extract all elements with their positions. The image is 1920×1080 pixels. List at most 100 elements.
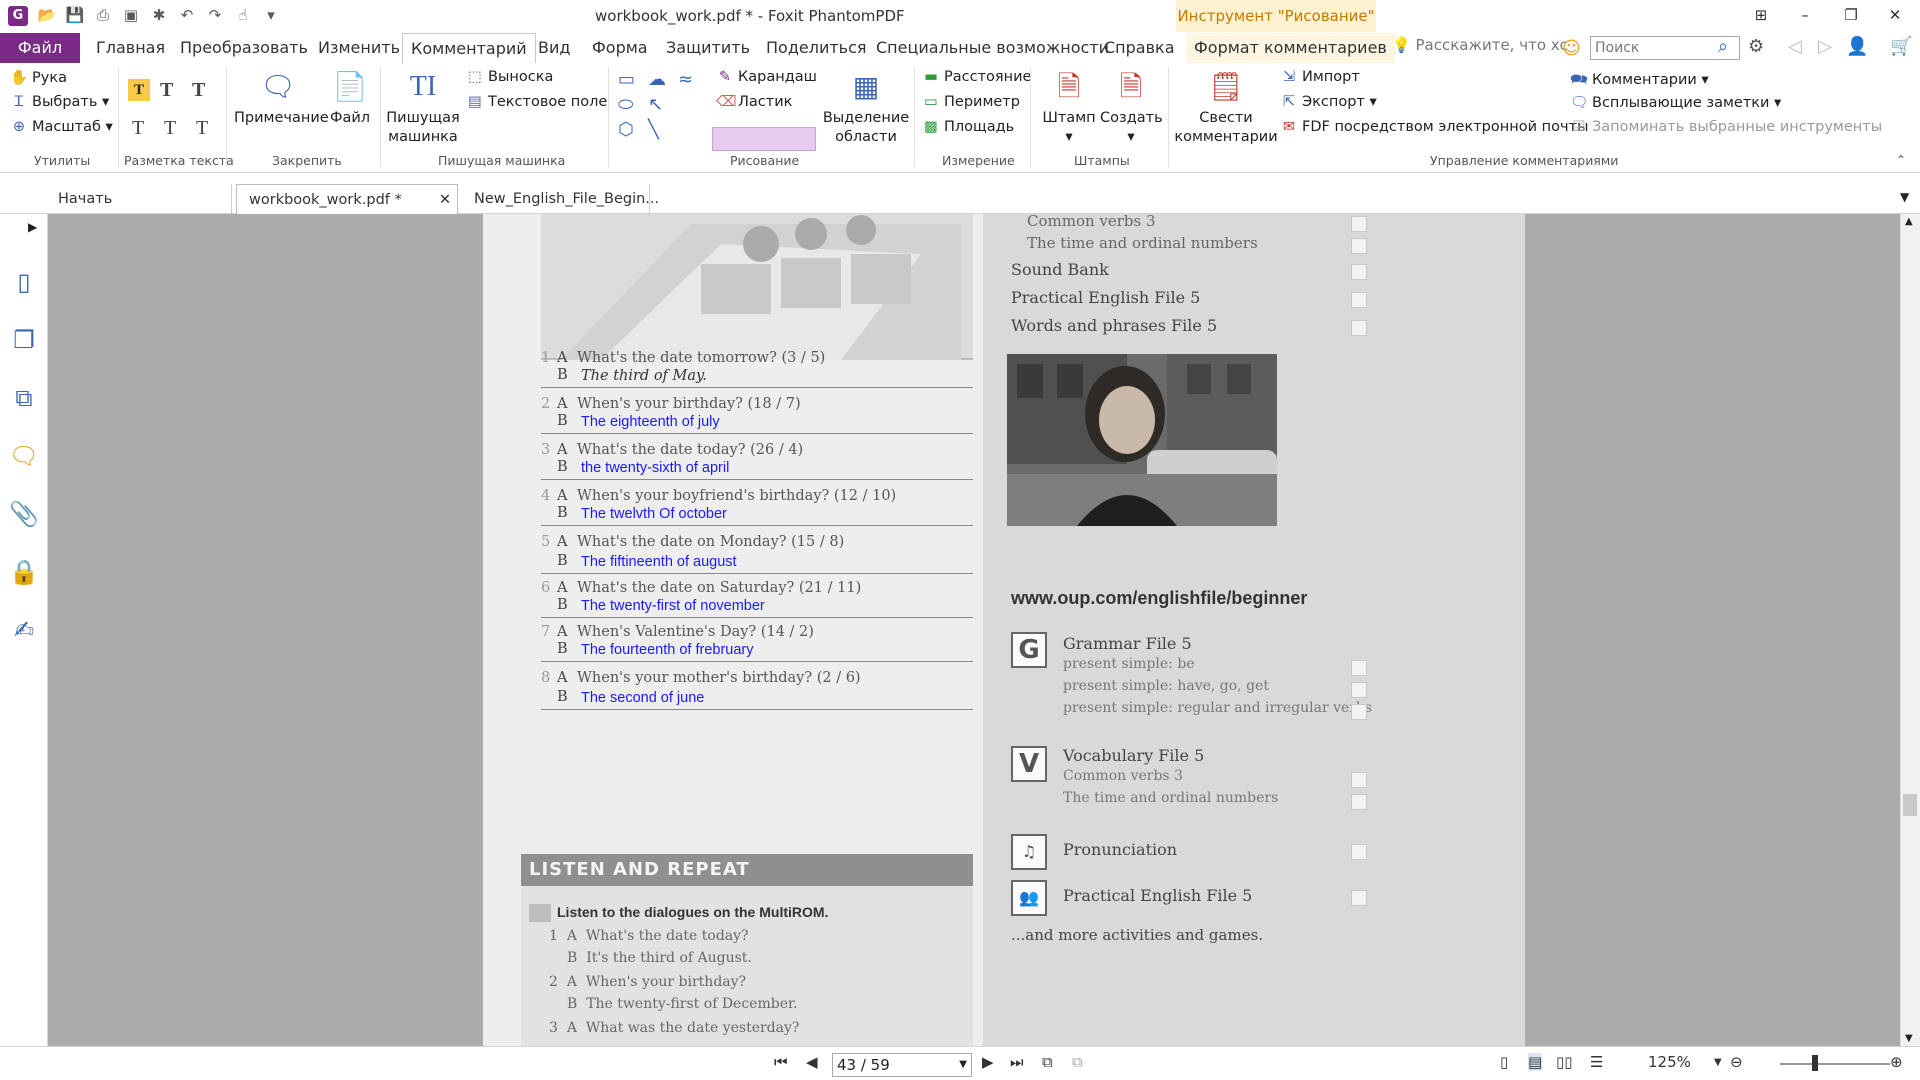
answer-3[interactable]: Bthe twenty-sixth of april bbox=[541, 458, 973, 480]
zoom-dropdown-icon[interactable]: ▼ bbox=[1714, 1057, 1722, 1068]
facing-page-icon[interactable]: ▯▯ bbox=[1556, 1053, 1573, 1071]
zoom-slider-thumb[interactable] bbox=[1812, 1055, 1818, 1071]
replace-text-icon[interactable]: T bbox=[164, 117, 176, 140]
user-icon[interactable]: 👤 bbox=[1846, 36, 1868, 57]
vertical-scrollbar[interactable]: ▲ ▼ bbox=[1900, 214, 1920, 1046]
scroll-up-icon[interactable]: ▲ bbox=[1905, 216, 1913, 227]
select-tool[interactable]: Ꮖ Выбрать ▾ bbox=[10, 94, 109, 110]
doc-tab-start[interactable]: Начать bbox=[46, 184, 232, 214]
create-stamp-button[interactable]: 🗎 Создать ▾ bbox=[1100, 69, 1163, 147]
highlight-text-icon[interactable]: T bbox=[128, 79, 150, 101]
answer-2[interactable]: B The eighteenth of july bbox=[541, 412, 973, 434]
security-icon[interactable]: 🔒 bbox=[8, 556, 40, 588]
eraser-button[interactable]: ⌫Ластик bbox=[716, 94, 792, 110]
tell-me-box[interactable]: 💡 Расскажите, что хс bbox=[1392, 36, 1568, 54]
tab-accessibility[interactable]: Специальные возможности bbox=[868, 33, 1117, 63]
fdf-email-button[interactable]: ✉ FDF посредством электронной почты bbox=[1280, 119, 1589, 135]
continuous-facing-icon[interactable]: ☰ bbox=[1590, 1053, 1603, 1071]
search-icon[interactable]: ⌕ bbox=[1718, 36, 1728, 57]
arrow-icon[interactable]: ↖ bbox=[648, 94, 663, 115]
note-button[interactable]: 🗨 Примечание bbox=[234, 69, 329, 128]
undo-icon[interactable]: ↶ bbox=[176, 4, 198, 26]
doc-tab-new-english-file[interactable]: New_English_File_Begin... bbox=[462, 184, 659, 214]
new-icon[interactable]: ▣ bbox=[120, 4, 142, 26]
area-highlight-button[interactable]: ▦ Выделение области bbox=[822, 69, 910, 147]
single-page-icon[interactable]: ▯ bbox=[1500, 1053, 1508, 1071]
previous-page-icon[interactable]: ◀ bbox=[806, 1053, 818, 1071]
print-icon[interactable]: ⎙ bbox=[92, 4, 114, 26]
export-button[interactable]: ⇱ Экспорт ▾ bbox=[1280, 94, 1377, 110]
create-icon[interactable]: ✱ bbox=[148, 4, 170, 26]
answer-5[interactable]: B The fiftineenth of august bbox=[541, 552, 973, 574]
callout-button[interactable]: ⬚ Выноска bbox=[466, 69, 553, 85]
next-view-icon[interactable]: ⧉ bbox=[1072, 1053, 1083, 1071]
scroll-thumb[interactable] bbox=[1903, 794, 1917, 816]
zoom-in-icon[interactable]: ⊕ bbox=[1890, 1053, 1903, 1071]
foxit-app-icon[interactable]: G bbox=[8, 6, 28, 26]
tab-comment-format[interactable]: Формат комментариев bbox=[1186, 33, 1395, 63]
tab-file[interactable]: Файл bbox=[0, 33, 80, 63]
first-page-icon[interactable]: ⏮ bbox=[774, 1053, 788, 1071]
tab-help[interactable]: Справка bbox=[1096, 33, 1183, 63]
tab-comment[interactable]: Комментарий bbox=[402, 33, 536, 64]
collapse-ribbon-icon[interactable]: ⌃ bbox=[1896, 153, 1906, 167]
cloud-icon[interactable]: ☁ bbox=[648, 69, 666, 90]
answer-1[interactable]: B The third of May. bbox=[541, 366, 973, 388]
answer-8[interactable]: B The second of june bbox=[541, 688, 973, 710]
area-measure-button[interactable]: ▩ Площадь bbox=[922, 119, 1014, 135]
tab-list-icon[interactable]: ▼ bbox=[1900, 190, 1909, 204]
expand-panel-icon[interactable]: ▶ bbox=[28, 220, 37, 234]
rectangle-icon[interactable]: ▭ bbox=[618, 69, 635, 90]
remember-tools-checkbox[interactable]: ☑ Запоминать выбранные инструменты bbox=[1570, 119, 1883, 135]
attachments-icon[interactable]: 📎 bbox=[8, 498, 40, 530]
squiggly-text-icon[interactable]: T bbox=[160, 79, 173, 102]
tab-protect[interactable]: Защитить bbox=[658, 33, 758, 63]
minimize-button[interactable]: – bbox=[1782, 0, 1828, 30]
file-attach-button[interactable]: 📄 Файл bbox=[326, 69, 374, 128]
comments-dropdown[interactable]: 🗪 Комментарии ▾ bbox=[1570, 69, 1709, 94]
tab-home[interactable]: Главная bbox=[88, 33, 173, 63]
distance-button[interactable]: ▬ Расстояние bbox=[922, 69, 1031, 85]
typewriter-button[interactable]: TI Пишущая машинка bbox=[386, 69, 460, 147]
popup-notes-dropdown[interactable]: 🗨 Всплывающие заметки ▾ bbox=[1570, 94, 1781, 111]
redo-icon[interactable]: ↷ bbox=[204, 4, 226, 26]
close-button[interactable]: ✕ bbox=[1872, 0, 1918, 30]
signature-icon[interactable]: ✍ bbox=[8, 614, 40, 646]
answer-7[interactable]: B The fourteenth of frebruary bbox=[541, 640, 973, 662]
layers-icon[interactable]: ⧉ bbox=[8, 382, 40, 414]
forward-icon[interactable]: ▷ bbox=[1818, 36, 1832, 57]
stamp-button[interactable]: 🗎 Штамп ▾ bbox=[1038, 69, 1100, 147]
tab-convert[interactable]: Преобразовать bbox=[172, 33, 316, 63]
strikeout-text-icon[interactable]: T bbox=[132, 117, 144, 140]
document-canvas[interactable]: 1 A What's the date tomorrow? (3 / 5) B The… bbox=[48, 214, 1900, 1046]
customize-qat-icon[interactable]: ▾ bbox=[260, 4, 282, 26]
pencil-button[interactable]: ✎ Карандаш bbox=[716, 69, 817, 85]
summarize-comments-button[interactable]: 🗒 Свести комментарии bbox=[1172, 69, 1280, 147]
store-icon[interactable]: 🛒 bbox=[1890, 36, 1912, 57]
line-icon[interactable]: ╲ bbox=[648, 119, 659, 140]
answer-6[interactable]: B The twenty-first of november bbox=[541, 596, 973, 618]
save-icon[interactable]: 💾 bbox=[64, 4, 86, 26]
ribbon-display-icon[interactable]: ⊞ bbox=[1738, 0, 1784, 30]
import-button[interactable]: ⇲ Импорт bbox=[1280, 69, 1360, 85]
doc-tab-workbook[interactable]: workbook_work.pdf * ✕ bbox=[236, 184, 458, 214]
oval-icon[interactable]: ⬭ bbox=[618, 94, 633, 115]
insert-text-icon[interactable]: T bbox=[196, 117, 208, 140]
comments-panel-icon[interactable]: 🗨 bbox=[8, 440, 40, 472]
tab-form[interactable]: Форма bbox=[584, 33, 656, 63]
smiley-icon[interactable]: ☺ bbox=[1562, 38, 1581, 59]
tab-share[interactable]: Поделиться bbox=[758, 33, 875, 63]
zoom-slider-track[interactable] bbox=[1780, 1063, 1890, 1065]
freeform-icon[interactable]: ≈ bbox=[678, 69, 693, 90]
hand-tool[interactable]: ✋ Рука bbox=[10, 69, 67, 86]
back-icon[interactable]: ◁ bbox=[1788, 36, 1802, 57]
open-icon[interactable]: 📂 bbox=[36, 4, 58, 26]
previous-view-icon[interactable]: ⧉ bbox=[1042, 1053, 1053, 1071]
answer-4[interactable]: B The twelvth Of october bbox=[541, 504, 973, 526]
restore-button[interactable]: ❐ bbox=[1828, 0, 1874, 30]
zoom-tool[interactable]: ⊕ Масштаб ▾ bbox=[10, 119, 113, 135]
hand-dropdown-icon[interactable]: ☝ bbox=[232, 4, 254, 26]
underline-text-icon[interactable]: T bbox=[192, 79, 205, 102]
page-thumbnail-icon[interactable]: ▯ bbox=[8, 266, 40, 298]
tab-edit[interactable]: Изменить bbox=[310, 33, 408, 63]
